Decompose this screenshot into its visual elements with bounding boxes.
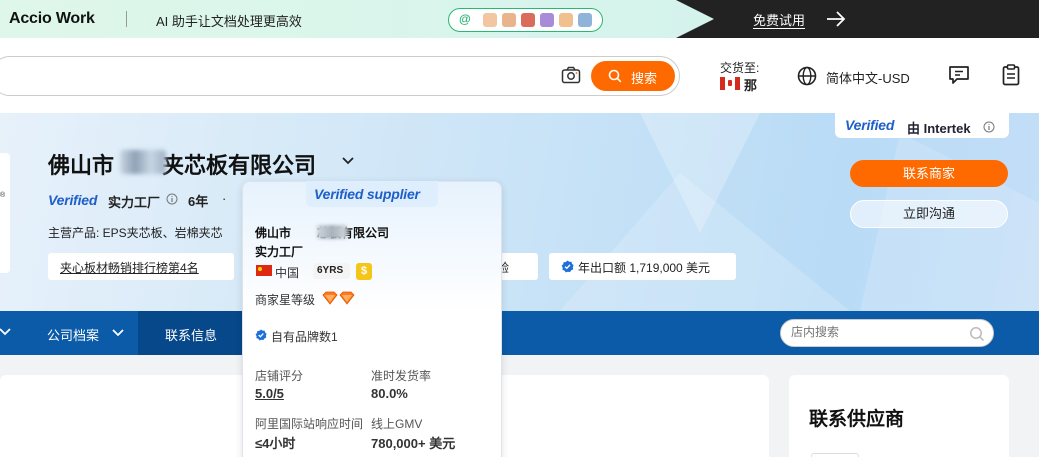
avatar-icon <box>559 13 573 27</box>
avatar-icon <box>578 13 592 27</box>
trade-assurance-coin-icon: $ <box>356 263 372 280</box>
search-icon <box>608 69 622 83</box>
orders-icon[interactable] <box>1002 64 1020 86</box>
contact-supplier-button[interactable]: 联系商家 <box>850 160 1008 187</box>
online-gmv-label: 线上GMV <box>371 417 423 431</box>
info-icon[interactable] <box>166 193 178 205</box>
ship-to-value[interactable]: 那 <box>744 75 757 94</box>
globe-icon[interactable] <box>797 66 817 86</box>
response-time-label: 阿里国际站响应时间 <box>255 417 364 431</box>
chevron-down-icon[interactable] <box>0 327 12 337</box>
chat-now-button[interactable]: 立即沟通 <box>850 200 1008 228</box>
power-factory-label: 实力工厂 <box>108 195 161 210</box>
info-icon[interactable] <box>983 121 995 133</box>
search-button-label: 搜索 <box>631 71 658 86</box>
camera-search-icon[interactable] <box>561 66 581 84</box>
trial-panel[interactable] <box>676 0 1039 38</box>
free-trial-link[interactable]: 免费试用 <box>753 10 805 29</box>
verified-logo: Verified <box>845 117 895 133</box>
store-rating-value[interactable]: 5.0/5 <box>255 386 284 401</box>
search-icon[interactable] <box>969 326 985 342</box>
export-volume-tag[interactable]: 年出口额 1,719,000 美元 <box>549 253 736 280</box>
own-brand-count: 自有品牌数1 <box>271 330 338 344</box>
supplier-star-level-label: 商家星等级 <box>255 293 316 307</box>
ranking-tag[interactable]: 夹心板材畅销排行榜第4名 <box>48 253 234 280</box>
export-volume-label: 年出口额 1,719,000 美元 <box>578 261 711 275</box>
divider <box>126 11 127 27</box>
search-button[interactable]: 搜索 <box>591 61 675 91</box>
redacted-name-segment <box>317 225 347 239</box>
avatar-stub <box>811 453 859 457</box>
tab-company-profile[interactable]: 公司档案 <box>47 325 99 344</box>
verified-logo: Verified <box>48 192 98 208</box>
years-in-business: 6年 <box>188 194 209 209</box>
on-time-delivery-label: 准时发货率 <box>371 369 432 383</box>
company-name[interactable]: 佛山市 夹芯板有限公司 <box>48 148 316 180</box>
avatar-icon <box>502 13 516 27</box>
message-icon[interactable] <box>948 65 970 85</box>
verified-check-icon <box>561 260 574 273</box>
diamond-icon <box>339 291 355 305</box>
online-gmv-value: 780,000+ 美元 <box>371 436 456 451</box>
intertek-label: 由 Intertek <box>907 121 971 136</box>
verified-check-icon <box>255 329 267 341</box>
avatar-icon <box>540 13 554 27</box>
arrow-right-icon[interactable] <box>826 11 846 27</box>
verified-supplier-badge: Verified supplier <box>306 181 438 207</box>
tab-contact-info[interactable]: 联系信息 <box>165 325 217 344</box>
company-logo-card: ® <box>0 153 10 273</box>
response-time-value: ≤4小时 <box>255 436 296 451</box>
chevron-down-icon[interactable] <box>111 328 125 338</box>
intertek-verified-badge[interactable]: Verified 由 Intertek <box>835 113 1009 138</box>
store-search-field[interactable] <box>791 325 961 339</box>
chevron-down-icon[interactable] <box>341 155 355 167</box>
at-icon: @ <box>459 12 471 26</box>
canada-flag-icon[interactable] <box>720 77 740 90</box>
banner-slogan: AI 助手让文档处理更高效 <box>156 14 302 29</box>
diamond-icon <box>322 291 338 305</box>
ranking-tag-label: 夹心板材畅销排行榜第4名 <box>60 261 199 275</box>
china-flag-icon <box>256 265 272 276</box>
accio-work-logo[interactable]: Accio Work <box>9 10 95 28</box>
years-badge: 6YRS <box>313 263 350 279</box>
store-rating-label: 店铺评分 <box>255 369 304 383</box>
ship-to-label: 交货至: <box>720 61 760 75</box>
store-search-input[interactable] <box>780 319 994 347</box>
avatar-icon <box>483 13 497 27</box>
on-time-delivery-value: 80.0% <box>371 386 408 401</box>
redacted-name-segment <box>120 150 166 174</box>
separator-dot: · <box>222 191 227 206</box>
language-currency-selector[interactable]: 简体中文-USD <box>826 68 910 87</box>
contact-supplier-title: 联系供应商 <box>809 409 905 430</box>
popover-power-factory: 实力工厂 <box>255 245 304 259</box>
agent-avatars-pill[interactable]: @ <box>448 8 603 32</box>
country-label: 中国 <box>275 266 300 280</box>
verified-supplier-logo: Verified supplier <box>314 186 420 202</box>
main-products: 主营产品: EPS夹芯板、岩棉夹芯 <box>48 226 223 240</box>
avatar-icon <box>521 13 535 27</box>
